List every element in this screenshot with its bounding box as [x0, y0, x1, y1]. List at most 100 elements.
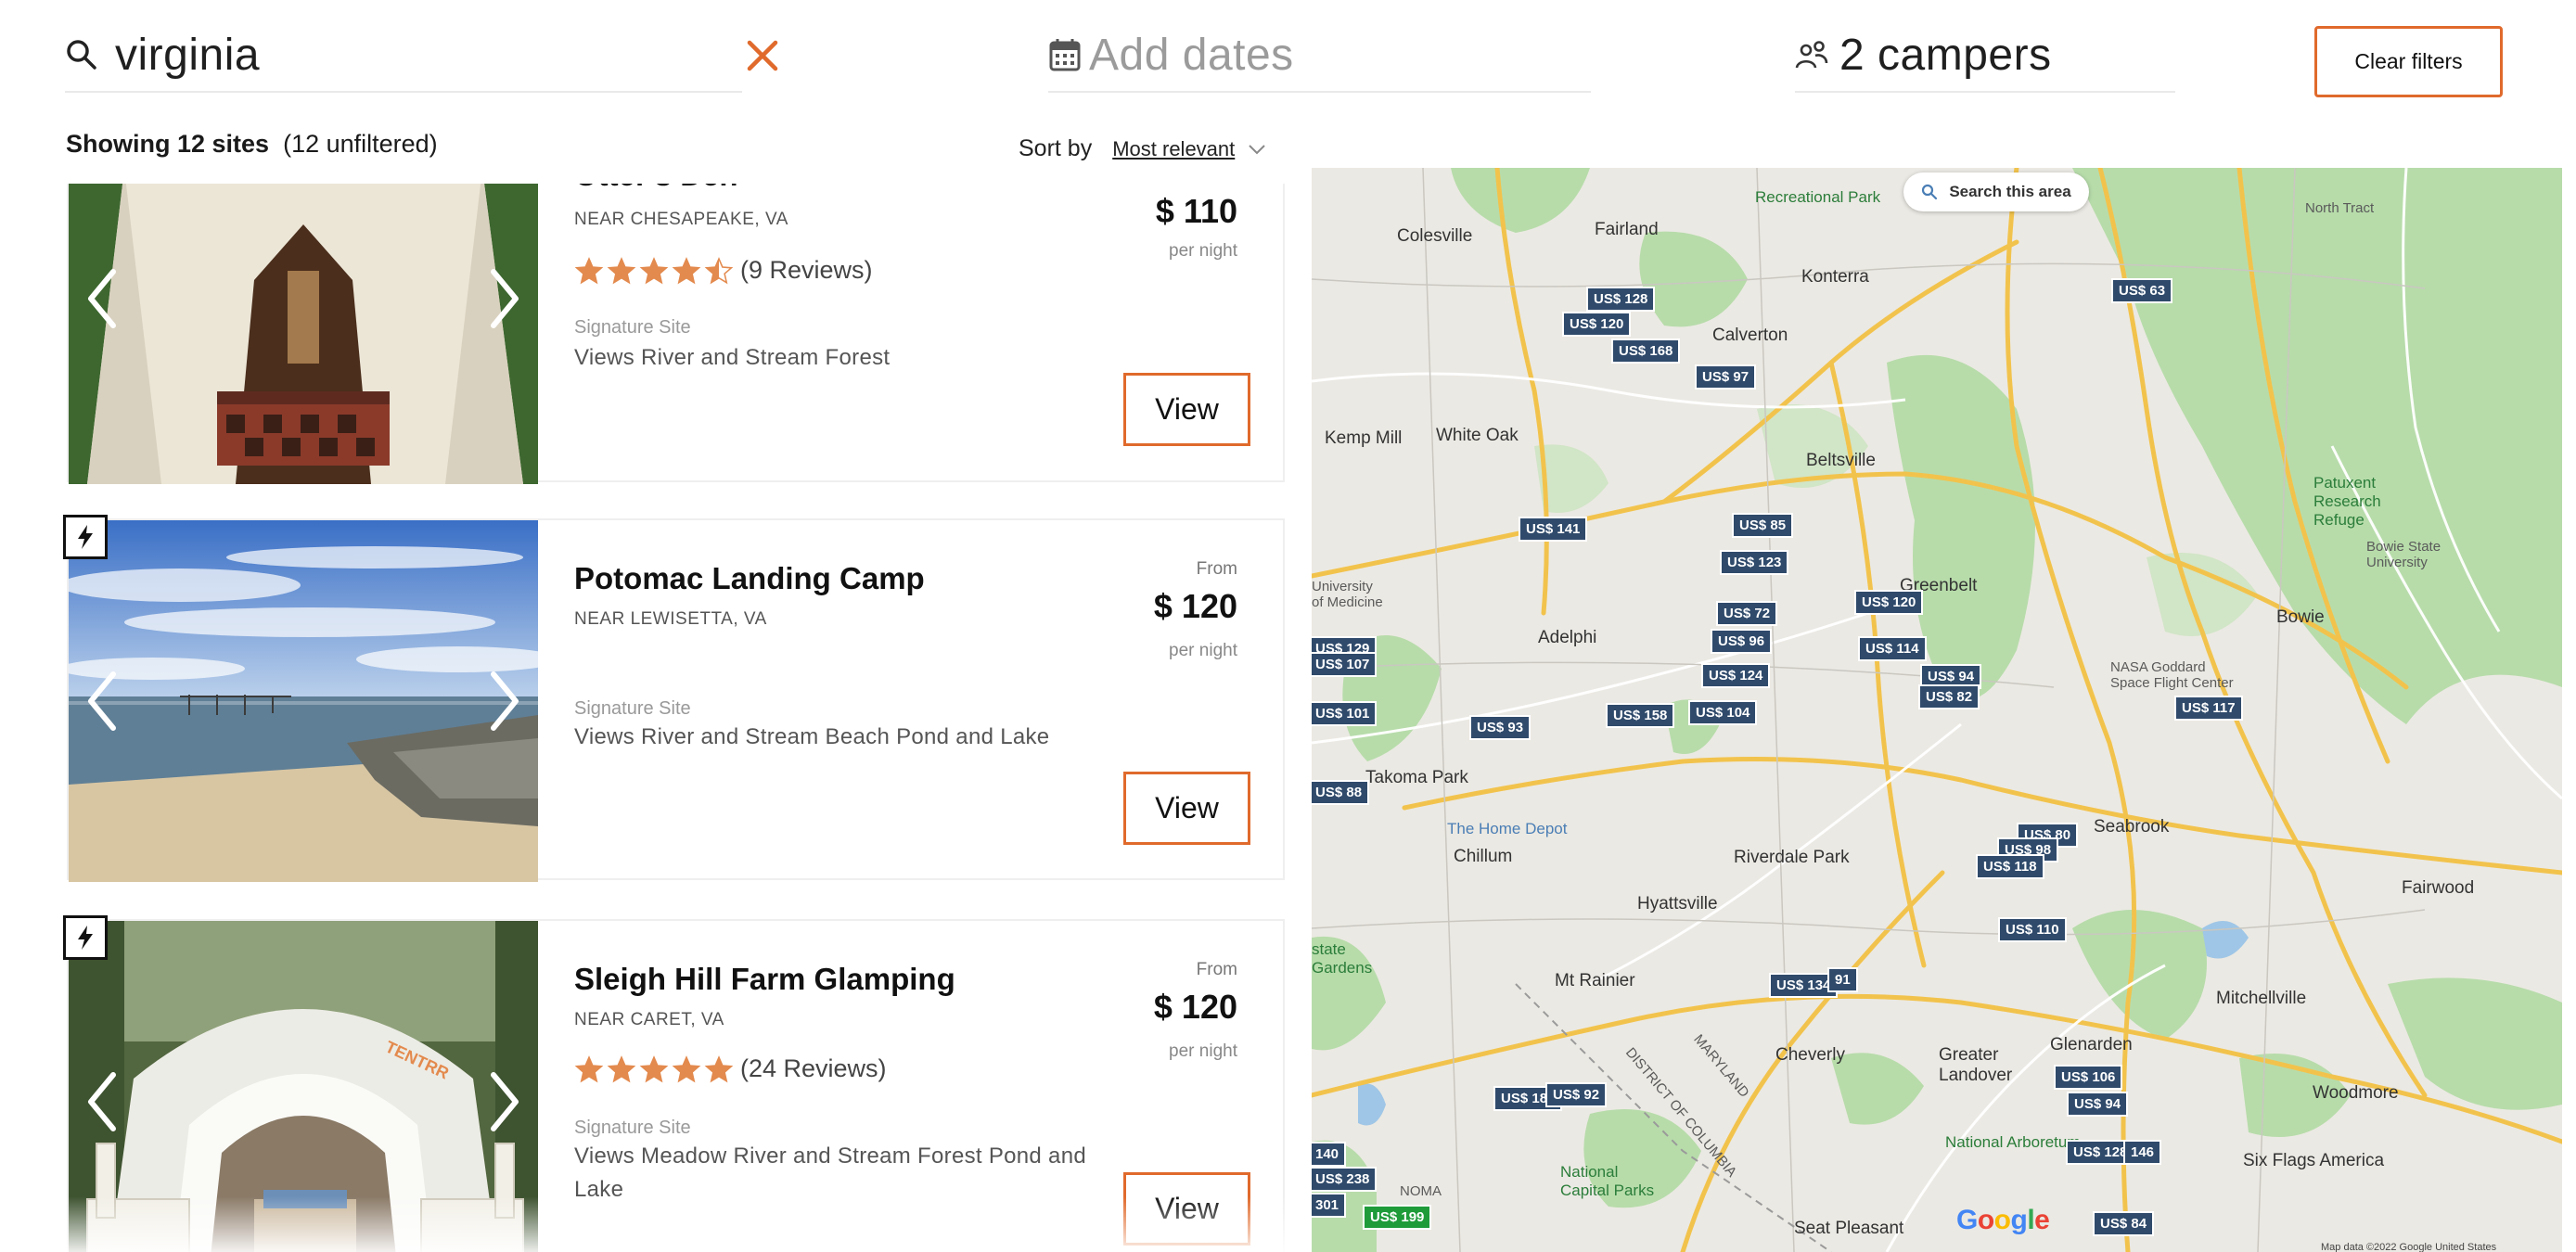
listing-card[interactable]: Potomac Landing Camp NEAR LEWISETTA, VA …: [63, 515, 1285, 882]
price-pin[interactable]: 301: [1312, 1193, 1347, 1218]
listing-title[interactable]: Otter's Den: [574, 184, 738, 193]
campers-count[interactable]: 2 campers: [1839, 30, 2052, 81]
view-button[interactable]: View: [1123, 1172, 1250, 1246]
price-pin[interactable]: US$ 199: [1363, 1205, 1432, 1230]
price-pin[interactable]: US$ 84: [2093, 1211, 2155, 1236]
price-pin[interactable]: 140: [1312, 1142, 1347, 1167]
price-pin[interactable]: US$ 88: [1312, 780, 1370, 805]
price-pin[interactable]: US$ 63: [2111, 278, 2173, 303]
results-count: Showing 12 sites (12 unfiltered): [66, 130, 438, 159]
listing-views: Views River and Stream Forest: [574, 345, 891, 370]
price-pin[interactable]: US$ 85: [1732, 513, 1794, 538]
people-icon: [1795, 41, 1828, 69]
dates-field[interactable]: Add dates: [1048, 19, 1591, 93]
price-pin[interactable]: US$ 82: [1918, 684, 1980, 709]
price-amount: $ 120: [1153, 587, 1237, 625]
star-icon: [607, 1054, 636, 1082]
price-pin[interactable]: US$ 92: [1545, 1082, 1608, 1107]
view-button[interactable]: View: [1123, 373, 1250, 446]
electric-hookup-badge: [63, 915, 108, 960]
price-pin[interactable]: US$ 158: [1606, 703, 1675, 728]
price-pin[interactable]: US$ 72: [1716, 601, 1778, 626]
search-this-area-label: Search this area: [1949, 183, 2071, 200]
price-pin[interactable]: US$ 123: [1720, 550, 1789, 575]
price-unit: per night: [1169, 241, 1237, 261]
previous-photo-icon[interactable]: [82, 1069, 122, 1134]
price-unit: per night: [1169, 1041, 1237, 1061]
dates-placeholder[interactable]: Add dates: [1089, 30, 1294, 81]
price-pin[interactable]: US$ 120: [1854, 590, 1924, 615]
previous-photo-icon[interactable]: [82, 266, 122, 331]
next-photo-icon[interactable]: [484, 669, 525, 734]
chevron-down-icon[interactable]: [1248, 144, 1266, 155]
price-pin[interactable]: US$ 107: [1312, 652, 1378, 677]
listing-info: Potomac Landing Camp NEAR LEWISETTA, VA …: [574, 520, 1094, 878]
review-count: (24 Reviews): [740, 1054, 887, 1082]
listing-title[interactable]: Potomac Landing Camp: [574, 561, 925, 596]
listing-photo[interactable]: TENTRR: [69, 921, 538, 1252]
listing-photo[interactable]: [69, 184, 538, 484]
price-pin[interactable]: US$ 96: [1711, 629, 1773, 654]
tent-photo: [69, 184, 538, 484]
price-from: From: [1196, 559, 1237, 579]
price-pin[interactable]: US$ 168: [1611, 339, 1681, 364]
price-pin[interactable]: 146: [2123, 1140, 2162, 1165]
sort-control: Sort by Most relevant: [1019, 135, 1266, 162]
clear-filters-button[interactable]: Clear filters: [2314, 26, 2503, 97]
listing-title[interactable]: Sleigh Hill Farm Glamping: [574, 962, 955, 997]
previous-photo-icon[interactable]: [82, 669, 122, 734]
price-pin[interactable]: US$ 101: [1312, 701, 1378, 726]
search-icon: [1922, 184, 1938, 200]
price-pin[interactable]: US$ 238: [1312, 1167, 1378, 1192]
listing-location: NEAR CHESAPEAKE, VA: [574, 210, 788, 229]
listing-tier: Signature Site: [574, 317, 691, 338]
listing-views: Views Meadow River and Stream Forest Pon…: [574, 1143, 1086, 1202]
price-amount: $ 120: [1153, 988, 1237, 1026]
next-photo-icon[interactable]: [484, 1069, 525, 1134]
price-pin[interactable]: US$ 128: [1586, 287, 1656, 312]
star-icon: [672, 256, 701, 284]
price-pin[interactable]: US$ 117: [2174, 696, 2243, 721]
google-logo: Google: [1956, 1205, 2050, 1235]
price-pin[interactable]: US$ 124: [1701, 663, 1771, 688]
listing-info: Otter's Den NEAR CHESAPEAKE, VA (9 Revie…: [574, 184, 1094, 480]
listing-card[interactable]: Otter's Den NEAR CHESAPEAKE, VA (9 Revie…: [67, 184, 1285, 484]
location-search-field[interactable]: virginia: [65, 19, 742, 93]
price-pin[interactable]: US$ 106: [2054, 1065, 2123, 1090]
star-icon: [574, 256, 604, 284]
price-pin[interactable]: US$ 114: [1858, 636, 1927, 661]
price-pin[interactable]: US$ 94: [2067, 1092, 2129, 1117]
price-pin[interactable]: US$ 93: [1469, 715, 1532, 740]
price-pin[interactable]: US$ 118: [1976, 854, 2044, 879]
search-icon: [67, 40, 96, 70]
price-pin[interactable]: 91: [1827, 967, 1858, 992]
price-amount: $ 110: [1155, 192, 1237, 230]
star-icon: [639, 256, 669, 284]
map-attribution[interactable]: Map data ©2022 Google United States: [2321, 1242, 2496, 1252]
electric-hookup-badge: [63, 515, 108, 559]
price-unit: per night: [1169, 641, 1237, 660]
search-this-area-button[interactable]: Search this area: [1903, 172, 2089, 211]
glamping-tent-photo: TENTRR: [69, 921, 538, 1252]
listing-card[interactable]: TENTRR Sleigh Hill Farm Glamping NEAR CA…: [63, 915, 1285, 1252]
close-icon[interactable]: [742, 35, 783, 76]
star-icon: [607, 256, 636, 284]
results-map[interactable]: Fairland Colesville Konterra North Tract…: [1312, 168, 2562, 1252]
campers-field[interactable]: 2 campers: [1795, 19, 2175, 93]
listing-rating: (24 Reviews): [574, 1054, 887, 1083]
view-button[interactable]: View: [1123, 772, 1250, 845]
results-unfiltered: (12 unfiltered): [283, 130, 438, 158]
review-count: (9 Reviews): [740, 256, 873, 284]
star-icon: [704, 256, 734, 284]
star-icon: [574, 1054, 604, 1082]
price-pin[interactable]: US$ 97: [1695, 364, 1757, 390]
search-query[interactable]: virginia: [115, 30, 260, 81]
price-pin[interactable]: US$ 141: [1519, 517, 1588, 542]
listing-photo[interactable]: [69, 520, 538, 882]
sort-select[interactable]: Most relevant: [1112, 137, 1235, 161]
price-pin[interactable]: US$ 120: [1562, 312, 1632, 337]
next-photo-icon[interactable]: [484, 266, 525, 331]
price-pin[interactable]: US$ 110: [1998, 917, 2067, 942]
listing-info: Sleigh Hill Farm Glamping NEAR CARET, VA…: [574, 921, 1094, 1252]
price-pin[interactable]: US$ 104: [1688, 700, 1758, 725]
